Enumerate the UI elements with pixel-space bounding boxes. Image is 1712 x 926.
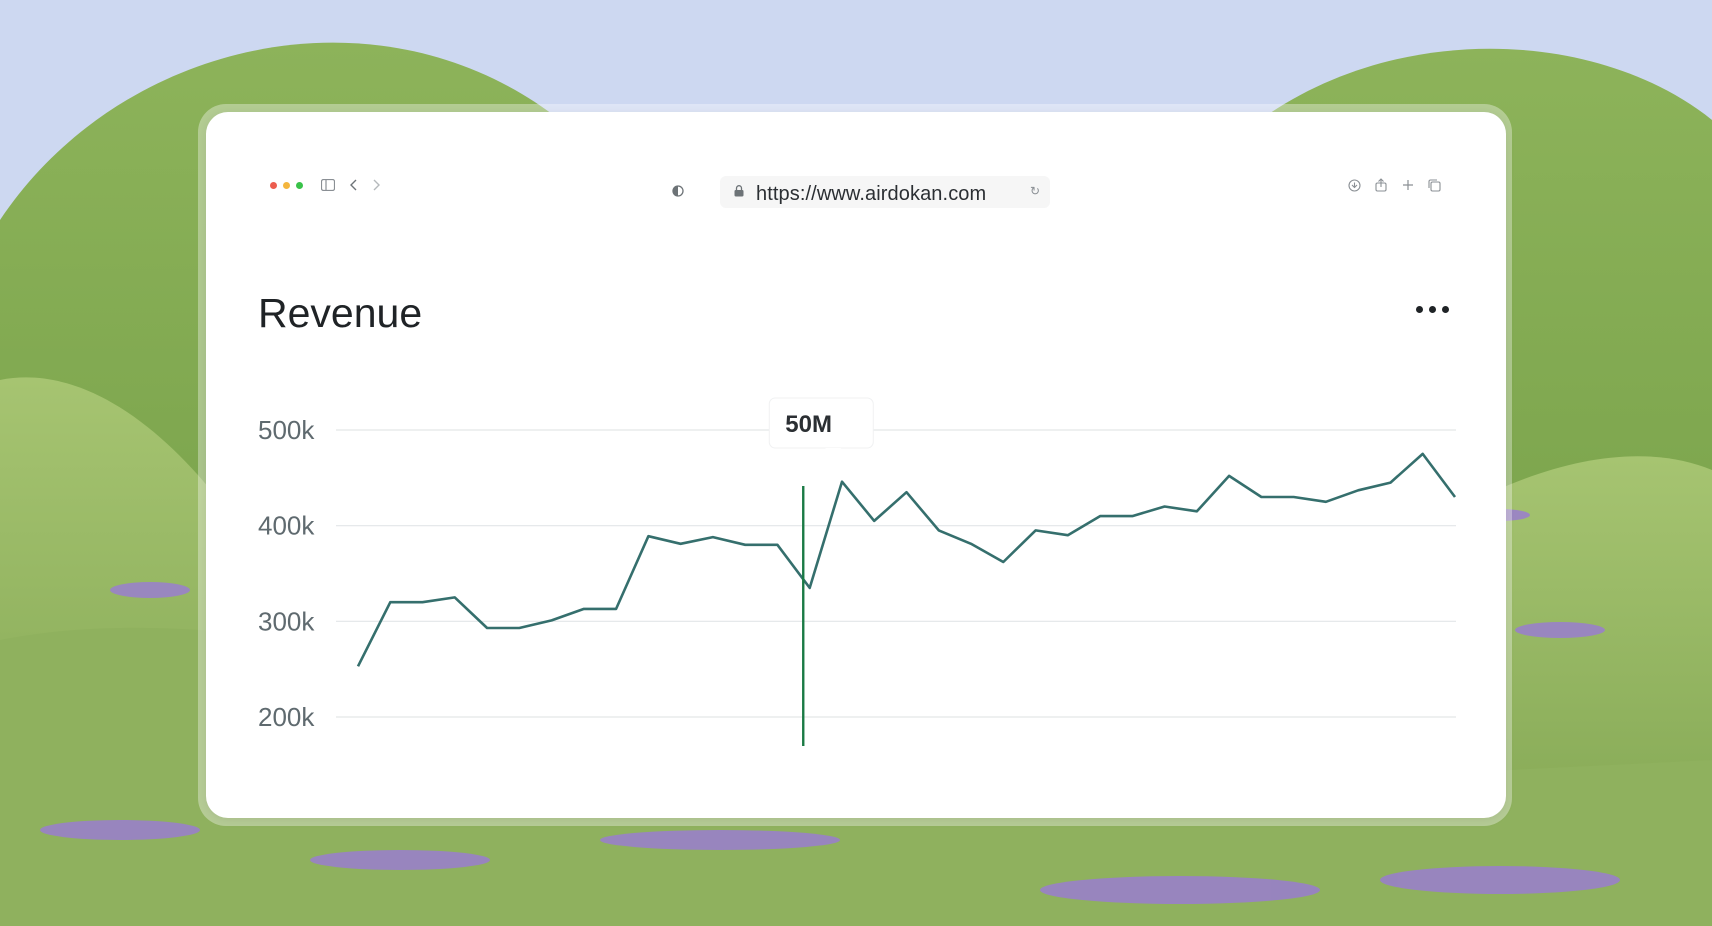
data-point[interactable]	[1420, 451, 1426, 457]
data-point[interactable]	[807, 585, 813, 591]
y-tick-label: 400k	[258, 511, 315, 541]
data-point[interactable]	[516, 625, 522, 631]
data-point[interactable]	[1000, 559, 1006, 565]
data-point[interactable]	[1097, 513, 1103, 519]
y-tick-label: 200k	[258, 702, 315, 732]
data-point[interactable]	[1258, 494, 1264, 500]
data-point[interactable]	[581, 606, 587, 612]
data-point[interactable]	[484, 625, 490, 631]
data-point[interactable]	[1226, 473, 1232, 479]
data-point[interactable]	[549, 617, 555, 623]
data-point[interactable]	[774, 542, 780, 548]
data-point[interactable]	[904, 489, 910, 495]
data-point[interactable]	[420, 599, 426, 605]
y-tick-label: 300k	[258, 606, 315, 636]
tooltip-pointer	[825, 448, 842, 456]
data-point[interactable]	[1065, 532, 1071, 538]
data-point[interactable]	[1452, 494, 1458, 500]
revenue-line-chart: 500k 400k 300k 200k 50M	[258, 397, 1458, 746]
data-point[interactable]	[968, 541, 974, 547]
data-point[interactable]	[387, 599, 393, 605]
y-tick-label: 500k	[258, 415, 315, 445]
data-point[interactable]	[452, 594, 458, 600]
data-point[interactable]	[1355, 487, 1361, 493]
data-point[interactable]	[839, 479, 845, 485]
data-point[interactable]	[678, 541, 684, 547]
revenue-series-line	[356, 452, 1457, 667]
data-point[interactable]	[1323, 499, 1329, 505]
data-point[interactable]	[1162, 504, 1168, 510]
value-tooltip: 50M	[768, 397, 874, 456]
data-point[interactable]	[1033, 527, 1039, 533]
data-point[interactable]	[1129, 513, 1135, 519]
data-point[interactable]	[645, 533, 651, 539]
data-point[interactable]	[936, 527, 942, 533]
data-point[interactable]	[871, 518, 877, 524]
revenue-card: https://www.airdokan.com ↻ Revenue 500k 4…	[206, 112, 1506, 818]
data-point[interactable]	[355, 663, 361, 669]
data-point[interactable]	[1291, 494, 1297, 500]
data-point[interactable]	[1387, 480, 1393, 486]
data-point[interactable]	[1194, 508, 1200, 514]
tooltip-label: 50M	[785, 411, 832, 438]
data-point[interactable]	[710, 534, 716, 540]
data-point[interactable]	[613, 606, 619, 612]
data-point[interactable]	[742, 542, 748, 548]
